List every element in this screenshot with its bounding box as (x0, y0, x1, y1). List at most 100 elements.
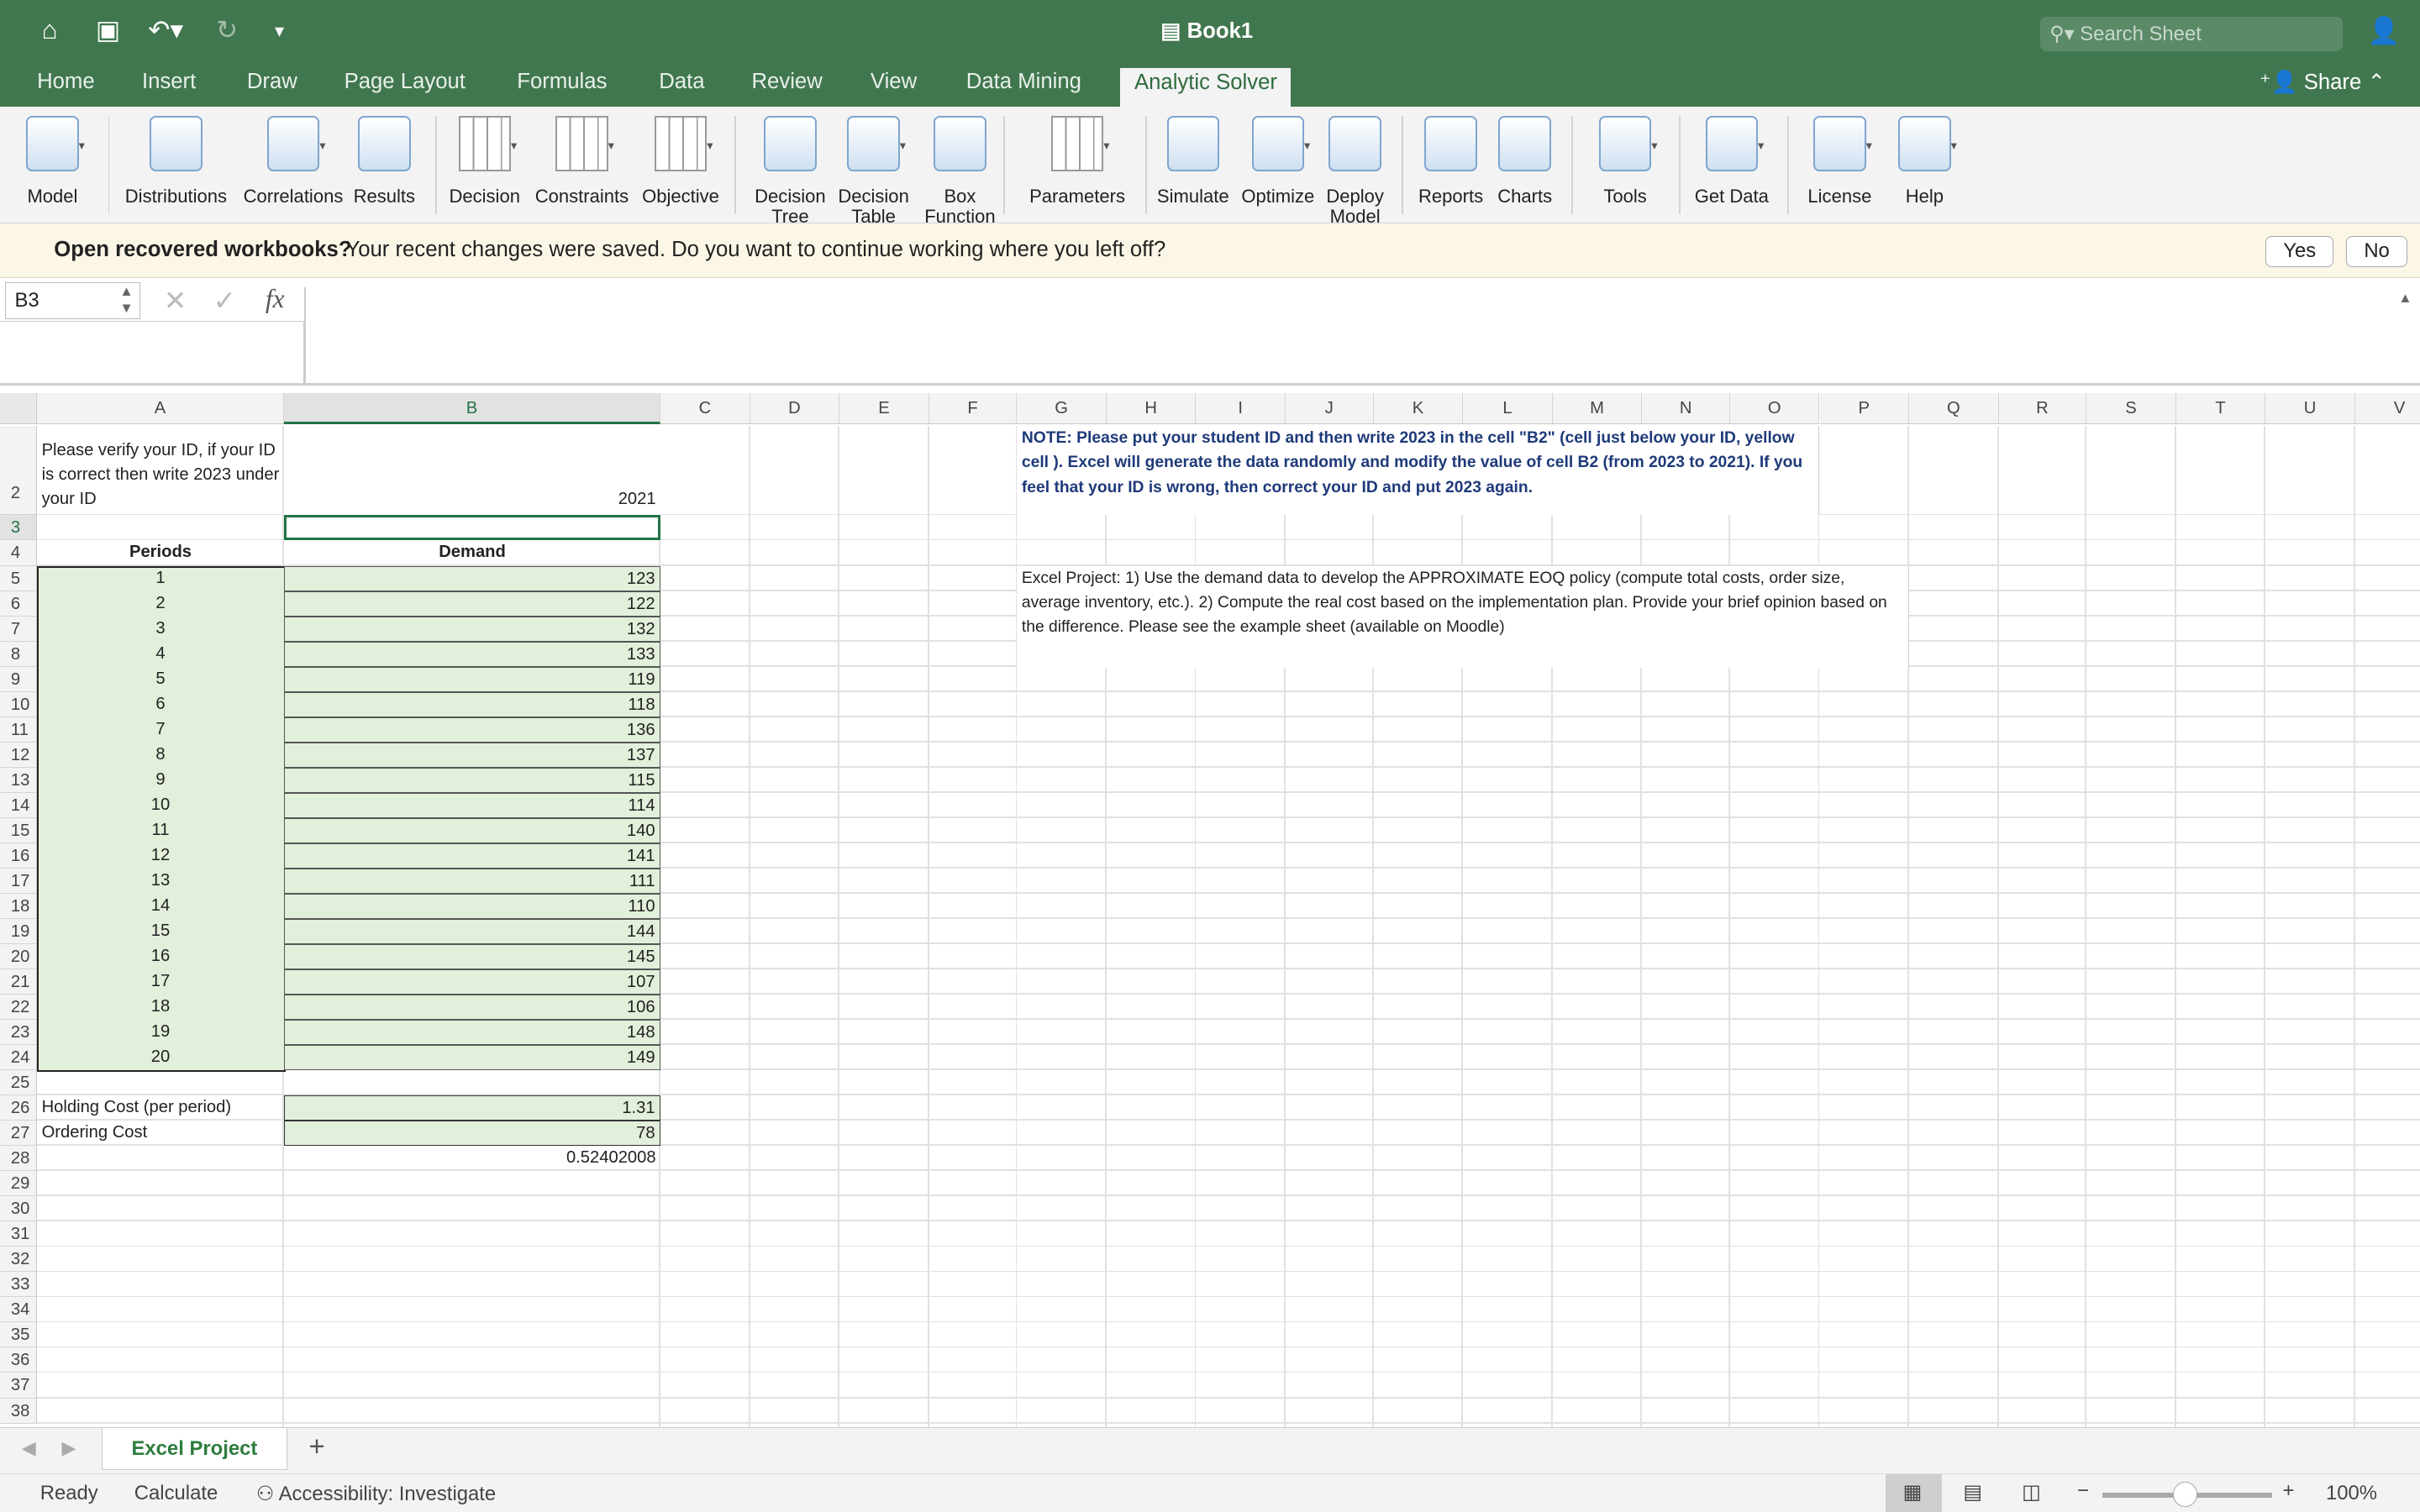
cell-period[interactable]: 3 (37, 617, 284, 642)
cell-period[interactable]: 6 (37, 692, 284, 717)
column-header-C[interactable]: C (660, 393, 750, 424)
column-header-G[interactable]: G (1017, 393, 1107, 424)
tab-review[interactable]: Review (751, 70, 822, 94)
row-header-28[interactable]: 28 (0, 1146, 37, 1171)
cell-period[interactable]: 8 (37, 743, 284, 768)
cell-B3-selected[interactable] (284, 515, 660, 540)
row-header-20[interactable]: 20 (0, 944, 37, 969)
no-button[interactable]: No (2346, 236, 2407, 267)
ribbon-help-button[interactable]: ▾Help (1870, 116, 1979, 207)
account-icon[interactable]: 👤 (2368, 15, 2401, 46)
cell-G5-project-text[interactable]: Excel Project: 1) Use the demand data to… (1017, 566, 1909, 668)
tab-insert[interactable]: Insert (142, 70, 196, 94)
scroll-tabs-left-icon[interactable]: ◀ (22, 1437, 36, 1459)
insert-function-button[interactable]: fx (266, 284, 285, 314)
cell-demand[interactable]: 137 (284, 743, 660, 768)
ribbon-charts-button[interactable]: Charts (1470, 116, 1579, 207)
cell-B26-holding-cost[interactable]: 1.31 (284, 1095, 660, 1121)
cell-demand[interactable]: 144 (284, 919, 660, 944)
cell-demand[interactable]: 106 (284, 995, 660, 1020)
cell-A2-instruction[interactable]: Please verify your ID, if your ID is cor… (37, 426, 284, 516)
row-header-22[interactable]: 22 (0, 995, 37, 1020)
zoom-in-button[interactable]: + (2283, 1479, 2295, 1503)
dropdown-arrow-icon[interactable]: ▾ (608, 137, 614, 157)
row-header-16[interactable]: 16 (0, 843, 37, 869)
column-header-R[interactable]: R (1999, 393, 2087, 424)
save-icon[interactable]: ▣ (96, 15, 121, 45)
cell-demand[interactable]: 141 (284, 843, 660, 869)
row-header-17[interactable]: 17 (0, 869, 37, 894)
zoom-out-button[interactable]: − (2077, 1479, 2089, 1503)
cell-period[interactable]: 4 (37, 642, 284, 667)
page-layout-view-icon[interactable]: ▤ (1963, 1480, 1982, 1504)
cell-period[interactable]: 1 (37, 566, 284, 591)
row-header-13[interactable]: 13 (0, 768, 37, 793)
row-header-25[interactable]: 25 (0, 1070, 37, 1095)
row-header-24[interactable]: 24 (0, 1045, 37, 1070)
cell-period[interactable]: 15 (37, 919, 284, 944)
row-header-31[interactable]: 31 (0, 1221, 37, 1247)
column-header-E[interactable]: E (839, 393, 929, 424)
undo-icon[interactable]: ↶▾ (148, 15, 183, 45)
cell-demand[interactable]: 140 (284, 818, 660, 843)
column-header-V[interactable]: V (2355, 393, 2420, 424)
column-header-D[interactable]: D (750, 393, 840, 424)
column-header-T[interactable]: T (2176, 393, 2266, 424)
row-header-10[interactable]: 10 (0, 692, 37, 717)
row-header-18[interactable]: 18 (0, 894, 37, 919)
cell-A27-label[interactable]: Ordering Cost (37, 1121, 284, 1146)
cancel-icon[interactable]: ✕ (164, 284, 187, 318)
column-header-Q[interactable]: Q (1909, 393, 1999, 424)
tab-analytic-solver[interactable]: Analytic Solver (1120, 68, 1291, 107)
select-all-corner[interactable] (0, 393, 37, 424)
column-header-S[interactable]: S (2086, 393, 2176, 424)
dropdown-arrow-icon[interactable]: ▾ (319, 137, 325, 157)
column-header-A[interactable]: A (37, 393, 284, 424)
name-box[interactable]: B3▲▼ (5, 282, 141, 319)
redo-icon[interactable]: ↻ (216, 15, 238, 45)
cell-G2-note[interactable]: NOTE: Please put your student ID and the… (1017, 426, 1819, 516)
row-header-3[interactable]: 3 (0, 515, 37, 540)
home-icon[interactable]: ⌂ (42, 15, 58, 45)
row-header-23[interactable]: 23 (0, 1020, 37, 1045)
ribbon-distributions-button[interactable]: Distributions (122, 116, 230, 207)
cell-demand[interactable]: 118 (284, 692, 660, 717)
cell-demand[interactable]: 122 (284, 591, 660, 617)
tab-data[interactable]: Data (659, 70, 704, 94)
calculate-button[interactable]: Calculate (134, 1482, 218, 1505)
column-header-F[interactable]: F (929, 393, 1018, 424)
row-header-38[interactable]: 38 (0, 1399, 37, 1424)
cell-B28-value[interactable]: 0.52402008 (284, 1146, 660, 1171)
cell-A26-label[interactable]: Holding Cost (per period) (37, 1095, 284, 1121)
spreadsheet-grid[interactable]: ABCDEFGHIJKLMNOPQRSTUV234567891011121314… (0, 389, 2420, 1427)
sheet-tab-excel-project[interactable]: Excel Project (102, 1428, 287, 1470)
cell-demand[interactable]: 107 (284, 969, 660, 995)
column-header-O[interactable]: O (1730, 393, 1820, 424)
cell-period[interactable]: 12 (37, 843, 284, 869)
cell-demand[interactable]: 133 (284, 642, 660, 667)
cell-period[interactable]: 20 (37, 1045, 284, 1070)
cell-period[interactable]: 2 (37, 591, 284, 617)
column-header-B[interactable]: B (284, 393, 660, 424)
name-box-stepper-icon[interactable]: ▲▼ (119, 283, 133, 317)
row-header-21[interactable]: 21 (0, 969, 37, 995)
column-header-K[interactable]: K (1374, 393, 1464, 424)
row-header-12[interactable]: 12 (0, 743, 37, 768)
ribbon-parameters-button[interactable]: ▾Parameters (1023, 116, 1132, 207)
cell-period[interactable]: 10 (37, 793, 284, 818)
add-sheet-button[interactable]: + (308, 1431, 324, 1463)
row-header-8[interactable]: 8 (0, 642, 37, 667)
normal-view-button[interactable]: ▦ (1886, 1474, 1941, 1512)
row-header-4[interactable]: 4 (0, 540, 37, 565)
row-header-32[interactable]: 32 (0, 1247, 37, 1272)
cell-demand[interactable]: 111 (284, 869, 660, 894)
row-header-19[interactable]: 19 (0, 919, 37, 944)
cell-A4-periods-header[interactable]: Periods (37, 540, 284, 565)
row-header-2[interactable]: 2 (0, 426, 37, 516)
dropdown-arrow-icon[interactable]: ▾ (1951, 137, 1957, 157)
dropdown-arrow-icon[interactable]: ▾ (1103, 137, 1109, 157)
row-header-26[interactable]: 26 (0, 1095, 37, 1121)
zoom-slider-handle[interactable] (2173, 1482, 2197, 1506)
dropdown-arrow-icon[interactable]: ▾ (900, 137, 906, 157)
ribbon-constraints-button[interactable]: ▾Constraints (528, 116, 636, 207)
